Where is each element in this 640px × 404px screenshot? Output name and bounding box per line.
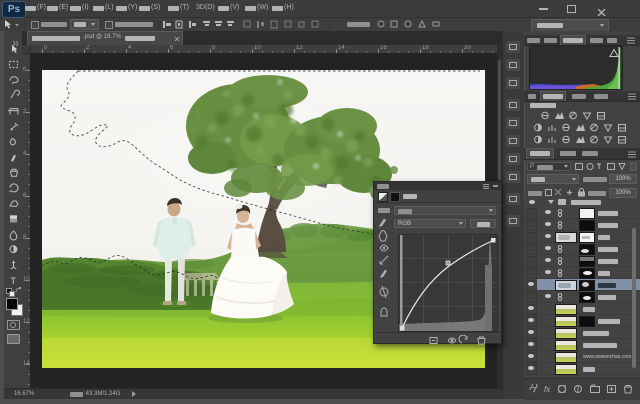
svg-text:fx: fx (544, 385, 551, 394)
svg-text:T: T (11, 276, 17, 286)
